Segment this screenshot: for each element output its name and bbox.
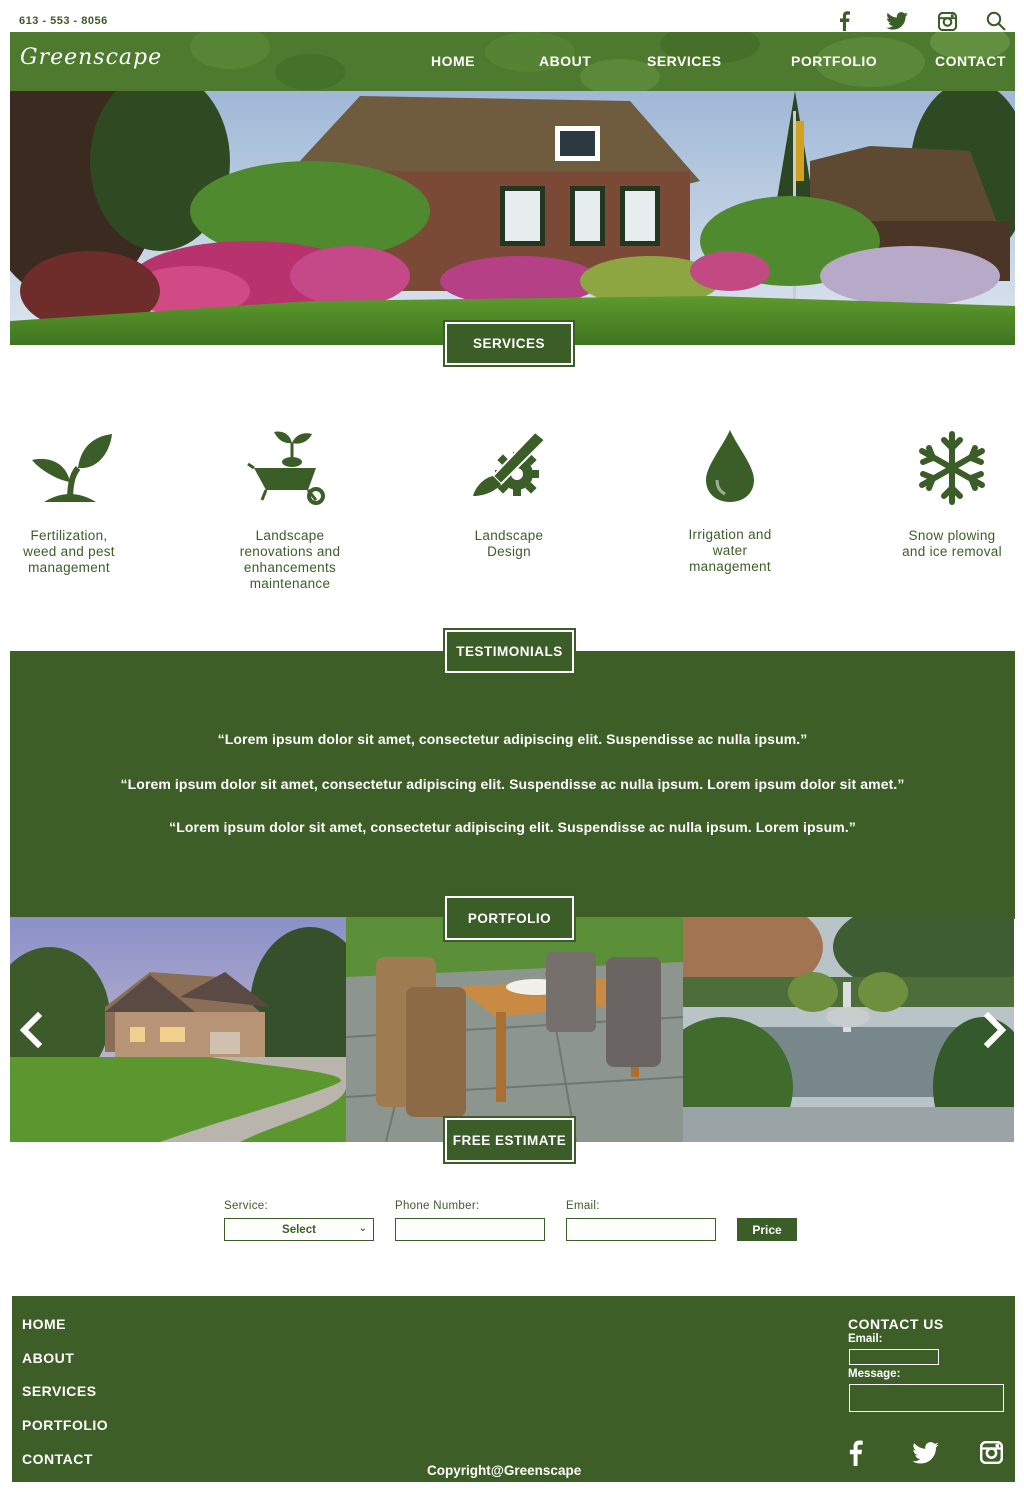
facebook-icon[interactable] xyxy=(833,10,855,32)
twitter-icon[interactable] xyxy=(912,1442,940,1466)
footer-link-portfolio[interactable]: PORTFOLIO xyxy=(22,1417,108,1433)
testimonial-quote: “Lorem ipsum dolor sit amet, consectetur… xyxy=(120,776,905,792)
facebook-icon[interactable] xyxy=(846,1440,866,1466)
footer-link-home[interactable]: HOME xyxy=(22,1316,66,1332)
service-label-irrigation: Irrigation and water management xyxy=(688,527,772,574)
chevron-down-icon: ⌄ xyxy=(358,1223,367,1234)
phone-number: 613 - 553 - 8056 xyxy=(19,15,108,27)
wheelbarrow-icon xyxy=(246,428,336,508)
price-button[interactable]: Price xyxy=(737,1218,797,1241)
service-label-renovations: Landscape renovations and enhancements main… xyxy=(239,528,341,591)
portfolio-image-patio[interactable] xyxy=(346,917,683,1142)
portfolio-heading: PORTFOLIO xyxy=(443,894,576,942)
service-label-design: Landscape Design xyxy=(474,528,544,559)
services-heading: SERVICES xyxy=(443,320,575,367)
portfolio-image-house[interactable] xyxy=(10,917,346,1142)
footer-link-contact[interactable]: CONTACT xyxy=(22,1451,93,1467)
free-estimate-heading: FREE ESTIMATE xyxy=(443,1116,576,1164)
nav-contact[interactable]: CONTACT xyxy=(935,53,1006,69)
footer-link-about[interactable]: ABOUT xyxy=(22,1350,74,1366)
twitter-icon[interactable] xyxy=(886,10,908,32)
testimonial-quote: “Lorem ipsum dolor sit amet, consectetur… xyxy=(217,731,808,747)
contact-us-title: CONTACT US xyxy=(848,1316,944,1332)
phone-label: Phone Number: xyxy=(395,1200,480,1212)
header-bar: Greenscape HOME ABOUT SERVICES PORTFOLIO… xyxy=(10,32,1015,91)
testimonial-quote: “Lorem ipsum dolor sit amet, consectetur… xyxy=(169,819,856,835)
instagram-icon[interactable] xyxy=(979,1440,1004,1465)
footer-link-services[interactable]: SERVICES xyxy=(22,1383,97,1399)
footer-message-input[interactable] xyxy=(849,1384,1004,1412)
nav-home[interactable]: HOME xyxy=(431,53,475,69)
water-drop-icon xyxy=(685,428,775,508)
testimonials-heading: TESTIMONIALS xyxy=(443,628,576,675)
service-select[interactable]: Select ⌄ xyxy=(224,1218,374,1241)
copyright-text: Copyright@Greenscape xyxy=(427,1463,582,1478)
footer-email-label: Email: xyxy=(848,1333,883,1345)
hero-image xyxy=(10,91,1015,345)
nav-about[interactable]: ABOUT xyxy=(539,53,591,69)
service-label: Service: xyxy=(224,1200,268,1212)
service-select-value: Select xyxy=(282,1223,316,1236)
nav-services[interactable]: SERVICES xyxy=(647,53,722,69)
footer-email-input[interactable] xyxy=(849,1349,939,1365)
search-icon[interactable] xyxy=(985,10,1007,32)
nav-portfolio[interactable]: PORTFOLIO xyxy=(791,53,877,69)
service-label-snow: Snow plowing and ice removal xyxy=(902,528,1002,559)
portfolio-image-fountain[interactable] xyxy=(683,917,1014,1142)
email-input[interactable] xyxy=(566,1218,716,1241)
site-logo[interactable]: Greenscape xyxy=(20,45,162,70)
brush-gear-icon xyxy=(465,426,555,506)
email-label: Email: xyxy=(566,1200,600,1212)
phone-input[interactable] xyxy=(395,1218,545,1241)
snowflake-icon xyxy=(907,428,997,508)
footer-message-label: Message: xyxy=(848,1368,901,1380)
sprout-icon xyxy=(26,430,116,510)
service-label-fertilization: Fertilization, weed and pest management xyxy=(23,528,115,575)
instagram-icon[interactable] xyxy=(936,10,958,32)
chevron-left-icon[interactable] xyxy=(14,1010,48,1050)
chevron-right-icon[interactable] xyxy=(978,1010,1012,1050)
